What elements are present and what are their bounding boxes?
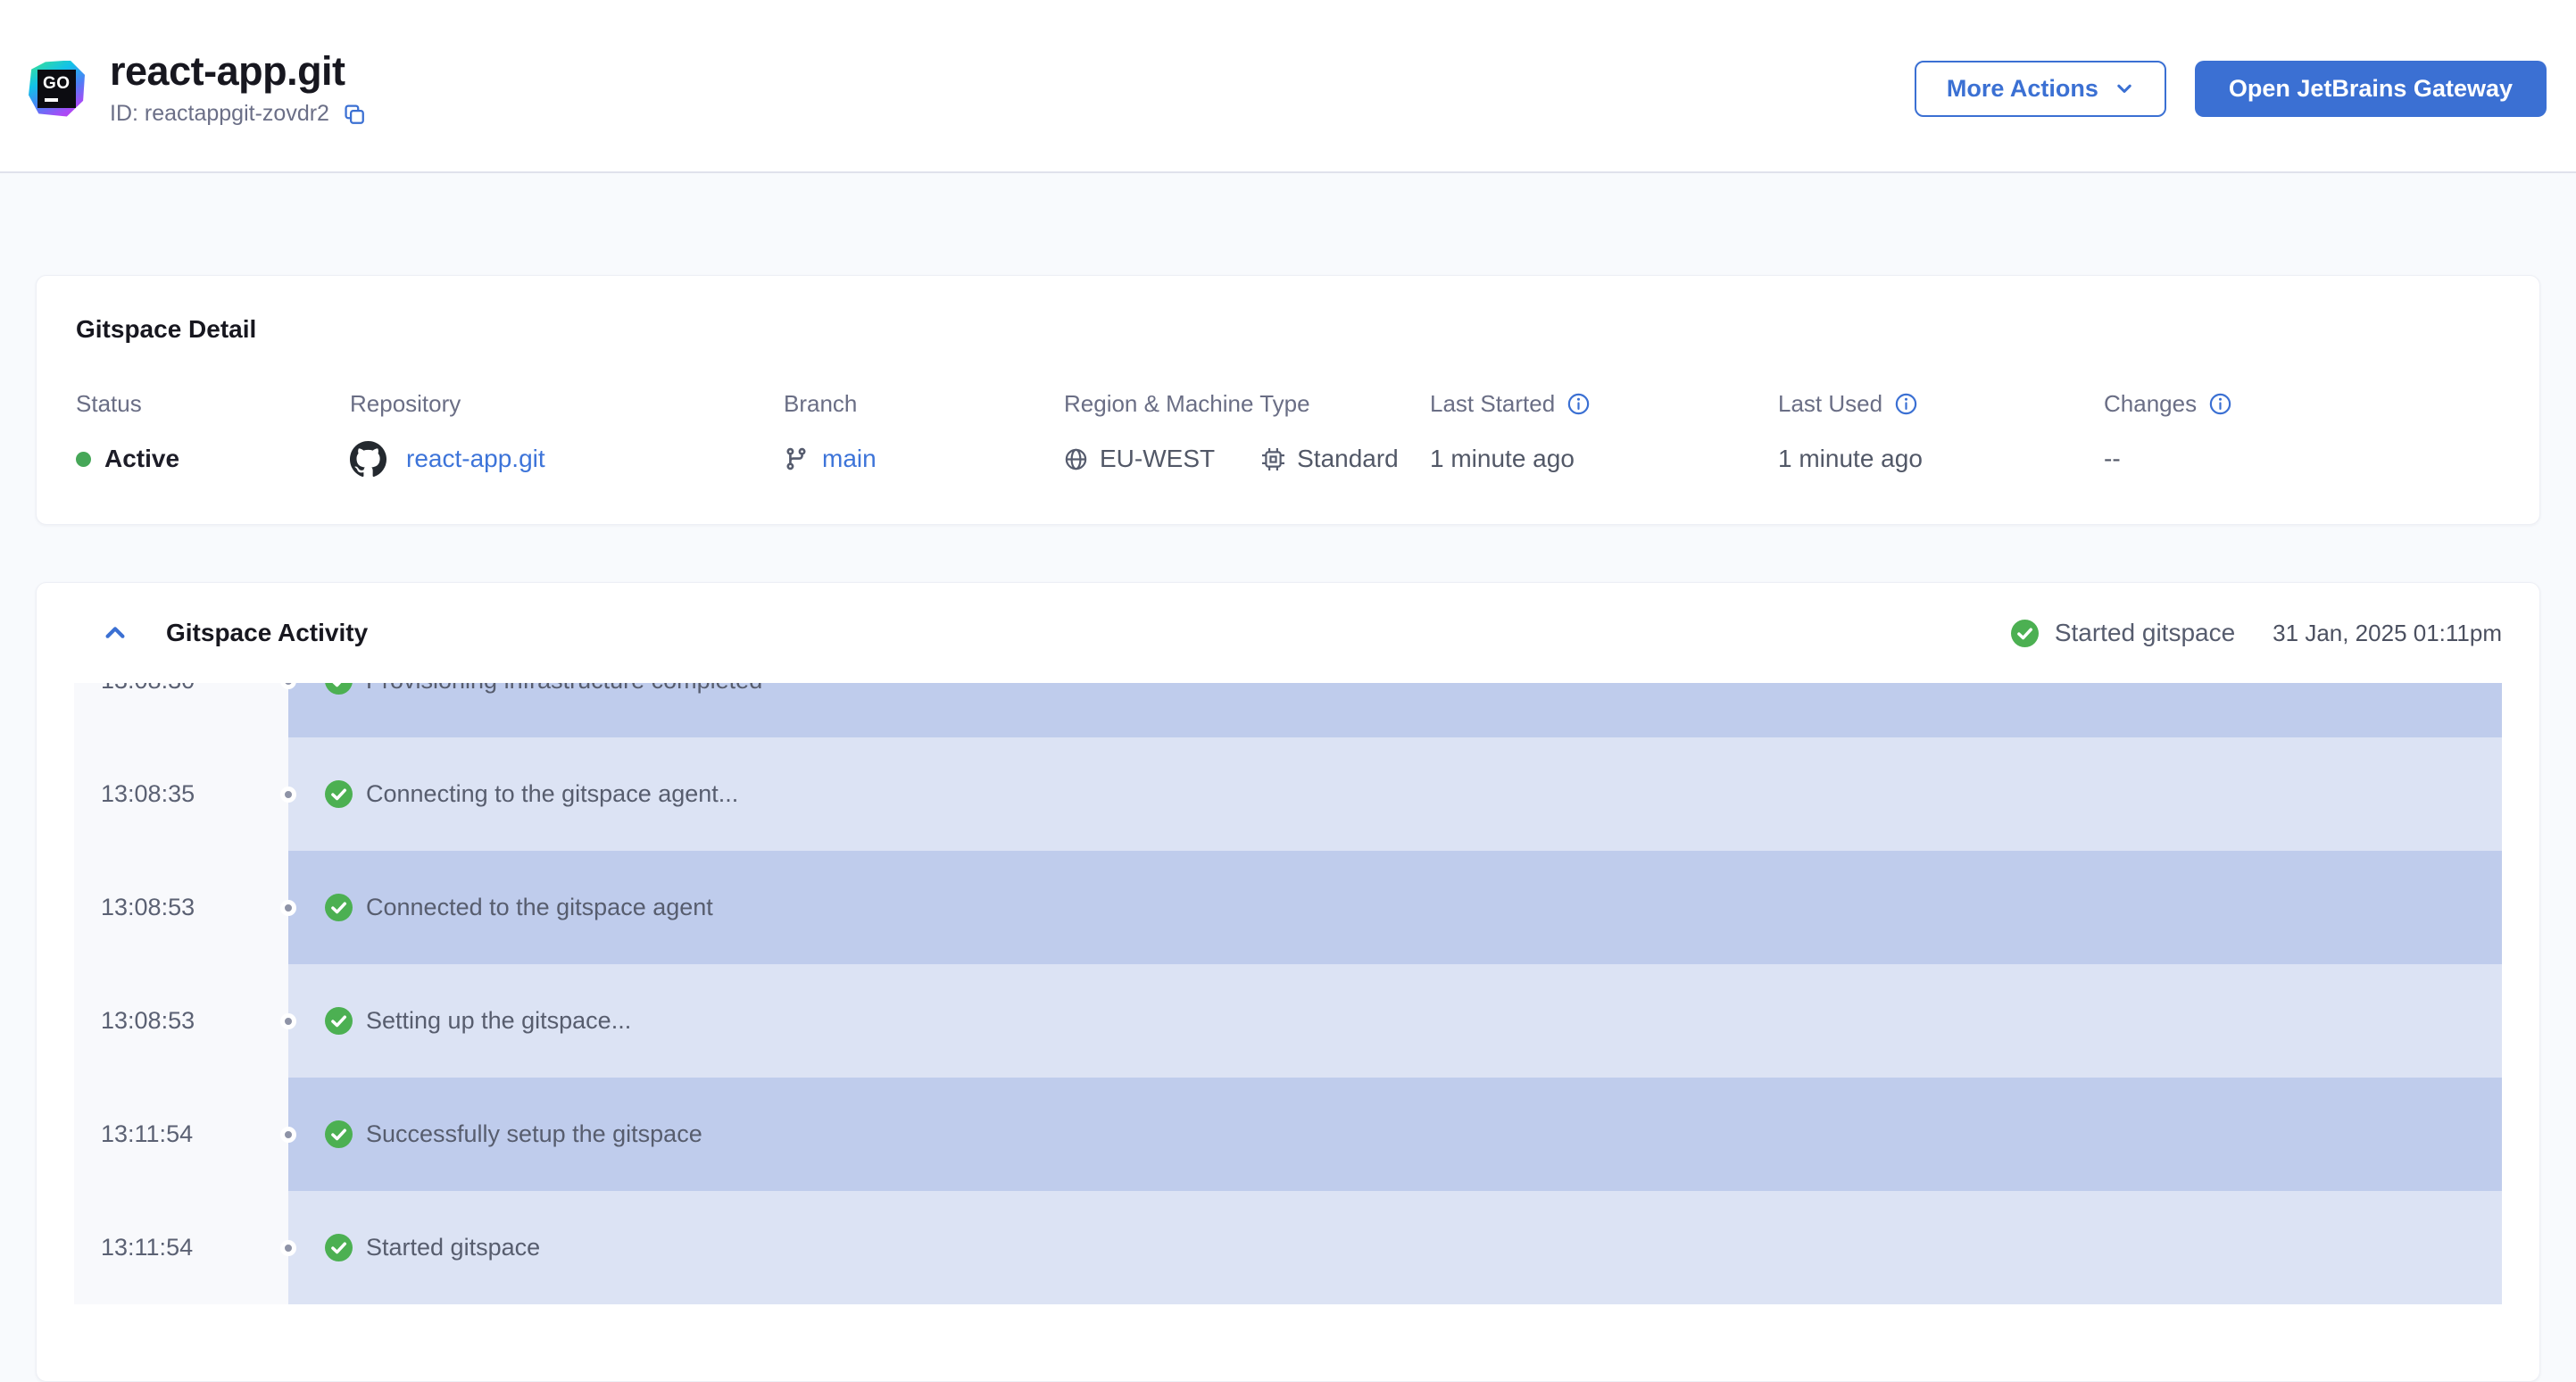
globe-icon: [1064, 447, 1088, 471]
log-message: Successfully setup the gitspace: [366, 1120, 702, 1147]
log-message: Setting up the gitspace...: [366, 1007, 632, 1034]
cpu-icon: [1261, 447, 1285, 471]
gitspace-detail-card: Gitspace Detail Status Active Repository…: [36, 275, 2540, 525]
check-circle-icon: [325, 683, 353, 695]
activity-latest-status: Started gitspace: [2054, 619, 2236, 646]
timeline-dot-icon: [280, 786, 296, 803]
git-branch-icon: [784, 446, 809, 471]
changes-value: --: [2104, 445, 2121, 472]
activity-header: Gitspace Activity Started gitspace 31 Ja…: [37, 583, 2539, 683]
field-branch: Branch main: [784, 390, 1064, 478]
copy-icon[interactable]: [343, 103, 366, 126]
log-row: 13:08:53 Connected to the gitspace agent: [74, 851, 2502, 964]
log-time: 13:08:53: [74, 851, 288, 964]
activity-log-rows: 13:08:30 Provisioning infrastructure com…: [74, 683, 2502, 1304]
header-actions: More Actions Open JetBrains Gateway: [1914, 60, 2547, 117]
detail-grid: Status Active Repository react-app.git B…: [76, 390, 2500, 478]
field-last-started: Last Started 1 minute ago: [1430, 390, 1778, 478]
field-status: Status Active: [76, 390, 350, 478]
last-used-label: Last Used: [1778, 390, 1883, 417]
check-circle-icon: [325, 1234, 353, 1261]
activity-latest: Started gitspace 31 Jan, 2025 01:11pm: [2010, 619, 2502, 647]
field-region-machine: Region & Machine Type EU-WEST Standard: [1064, 390, 1430, 478]
goland-icon-underscore: [45, 98, 58, 102]
last-started-label: Last Started: [1430, 390, 1556, 417]
log-time: 13:08:53: [74, 964, 288, 1078]
github-icon: [350, 440, 386, 478]
status-value: Active: [104, 445, 180, 472]
last-used-value: 1 minute ago: [1778, 445, 1923, 472]
log-time: 13:08:30: [74, 683, 288, 737]
timeline-dot-icon: [280, 1239, 296, 1256]
timeline-dot-icon: [280, 899, 296, 916]
last-started-value: 1 minute ago: [1430, 445, 1575, 472]
machine-group: Standard: [1261, 445, 1399, 473]
page-header: GO react-app.git ID: reactappgit-zovdr2 …: [0, 0, 2576, 173]
branch-label: Branch: [784, 390, 858, 417]
more-actions-button[interactable]: More Actions: [1914, 60, 2166, 117]
log-message: Connected to the gitspace agent: [366, 894, 713, 920]
detail-card-heading: Gitspace Detail: [76, 315, 257, 343]
status-label: Status: [76, 390, 142, 417]
log-time: 13:11:54: [74, 1191, 288, 1304]
more-actions-label: More Actions: [1946, 74, 2098, 102]
check-circle-icon: [325, 894, 353, 921]
log-row: 13:11:54 Successfully setup the gitspace: [74, 1078, 2502, 1191]
log-time: 13:11:54: [74, 1078, 288, 1191]
open-jetbrains-gateway-button[interactable]: Open JetBrains Gateway: [2194, 60, 2547, 117]
timeline-dot-icon: [280, 1126, 296, 1143]
region-group: EU-WEST: [1064, 445, 1215, 473]
open-gateway-label: Open JetBrains Gateway: [2228, 74, 2513, 102]
gitspace-activity-card: Gitspace Activity Started gitspace 31 Ja…: [36, 582, 2540, 1382]
log-row: 13:08:35 Connecting to the gitspace agen…: [74, 737, 2502, 851]
timeline-dot-icon: [280, 1012, 296, 1029]
changes-label: Changes: [2104, 390, 2198, 417]
title-block: react-app.git ID: reactappgit-zovdr2: [110, 50, 366, 127]
page-title: react-app.git: [110, 47, 345, 94]
goland-icon: GO: [29, 60, 85, 117]
status-dot-icon: [76, 451, 91, 467]
info-icon[interactable]: [2208, 392, 2232, 416]
goland-icon-label: GO: [43, 74, 71, 93]
activity-log-scroll-area[interactable]: 13:08:30 Provisioning infrastructure com…: [74, 683, 2502, 1310]
field-changes: Changes --: [2104, 390, 2500, 478]
log-message: Started gitspace: [366, 1234, 541, 1261]
region-machine-label: Region & Machine Type: [1064, 390, 1310, 417]
check-circle-icon: [2010, 619, 2039, 647]
log-message: Connecting to the gitspace agent...: [366, 780, 739, 807]
log-row: 13:08:30 Provisioning infrastructure com…: [74, 683, 2502, 737]
log-row: 13:11:54 Started gitspace: [74, 1191, 2502, 1304]
repository-link[interactable]: react-app.git: [406, 445, 545, 473]
branch-link[interactable]: main: [822, 445, 877, 473]
log-time: 13:08:35: [74, 737, 288, 851]
gitspace-id: ID: reactappgit-zovdr2: [110, 101, 329, 127]
chevron-up-icon[interactable]: [102, 620, 129, 646]
activity-timestamp: 31 Jan, 2025 01:11pm: [2273, 619, 2502, 646]
gitspace-id-row: ID: reactappgit-zovdr2: [110, 101, 366, 127]
field-last-used: Last Used 1 minute ago: [1778, 390, 2104, 478]
goland-icon-box: GO: [37, 69, 76, 108]
activity-heading: Gitspace Activity: [166, 619, 369, 646]
info-icon[interactable]: [1566, 392, 1591, 416]
check-circle-icon: [325, 780, 353, 808]
chevron-down-icon: [2115, 79, 2134, 98]
repository-label: Repository: [350, 390, 461, 417]
log-row: 13:08:53 Setting up the gitspace...: [74, 964, 2502, 1078]
log-message: Provisioning infrastructure completed: [366, 683, 762, 695]
info-icon[interactable]: [1894, 392, 1918, 416]
check-circle-icon: [325, 1007, 353, 1035]
machine-value: Standard: [1297, 445, 1399, 472]
field-repository: Repository react-app.git: [350, 390, 784, 478]
region-value: EU-WEST: [1100, 445, 1216, 472]
check-circle-icon: [325, 1120, 353, 1148]
